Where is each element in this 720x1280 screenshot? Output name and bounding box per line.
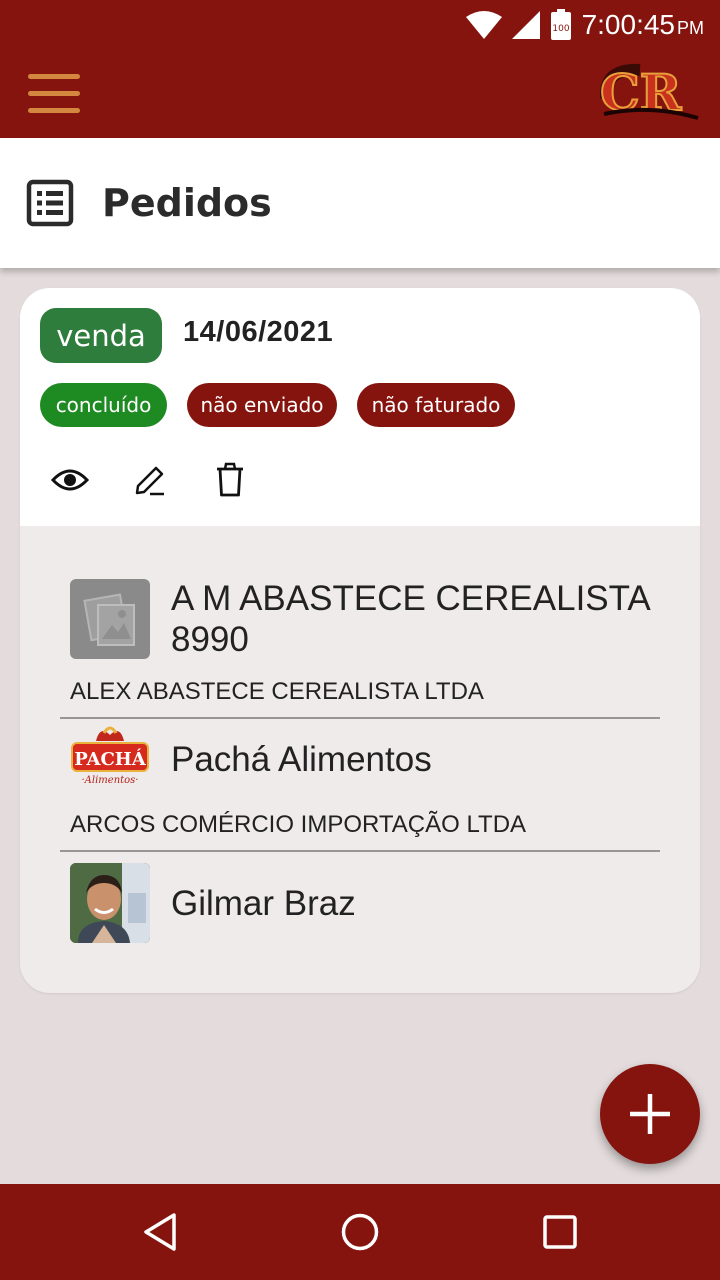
client-name: A M ABASTECE CEREALISTA 8990: [171, 579, 651, 659]
recents-icon: [543, 1215, 577, 1249]
placeholder-image-icon: [70, 579, 150, 659]
view-button[interactable]: [46, 456, 94, 504]
status-bar: 100 7:00:45 PM: [0, 0, 720, 50]
seller-name: Gilmar Braz: [171, 883, 356, 923]
brand-logo: CR: [600, 62, 699, 123]
eye-icon: [51, 469, 89, 491]
supplier-legal-name: ARCOS COMÉRCIO IMPORTAÇÃO LTDA: [70, 811, 527, 838]
battery-icon: 100: [550, 9, 571, 40]
home-icon: [341, 1213, 379, 1251]
app-bar: CR: [0, 50, 720, 138]
hamburger-menu-icon[interactable]: [28, 74, 80, 114]
status-chip-not-invoiced: não faturado: [357, 383, 515, 427]
client-row: A M ABASTECE CEREALISTA 8990: [70, 578, 651, 660]
order-card[interactable]: venda 14/06/2021 concluído não enviado n…: [20, 288, 700, 993]
seller-row: Gilmar Braz: [70, 863, 356, 943]
delete-button[interactable]: [206, 456, 254, 504]
divider: [60, 850, 660, 852]
supplier-logo: PACHÁ ·Alimentos·: [70, 719, 150, 799]
status-chip-not-sent: não enviado: [187, 383, 337, 427]
client-legal-name: ALEX ABASTECE CEREALISTA LTDA: [70, 678, 484, 705]
status-chip-completed: concluído: [40, 383, 167, 427]
trash-icon: [217, 462, 243, 497]
signal-icon: [511, 11, 540, 39]
wifi-icon: [465, 11, 502, 39]
page-title: Pedidos: [102, 181, 272, 225]
pencil-icon: [135, 466, 164, 496]
edit-button[interactable]: [126, 456, 174, 504]
svg-text:·Alimentos·: ·Alimentos·: [82, 775, 139, 786]
svg-text:100: 100: [552, 24, 569, 34]
avatar: [70, 863, 150, 943]
order-type-badge: venda: [40, 308, 162, 363]
svg-text:PACHÁ: PACHÁ: [74, 747, 147, 770]
home-button[interactable]: [336, 1208, 384, 1256]
system-nav-bar: [0, 1184, 720, 1280]
supplier-row: PACHÁ ·Alimentos· Pachá Alimentos: [70, 719, 432, 799]
page-header: Pedidos: [0, 138, 720, 268]
status-time: 7:00:45 PM: [581, 9, 704, 40]
back-button[interactable]: [136, 1208, 184, 1256]
supplier-name: Pachá Alimentos: [171, 739, 432, 779]
plus-icon: [630, 1094, 670, 1134]
order-card-header: venda 14/06/2021 concluído não enviado n…: [20, 288, 700, 526]
back-icon: [144, 1213, 176, 1251]
order-date: 14/06/2021: [183, 316, 334, 348]
list-alt-icon: [26, 179, 74, 227]
recents-button[interactable]: [536, 1208, 584, 1256]
add-order-button[interactable]: [600, 1064, 700, 1164]
